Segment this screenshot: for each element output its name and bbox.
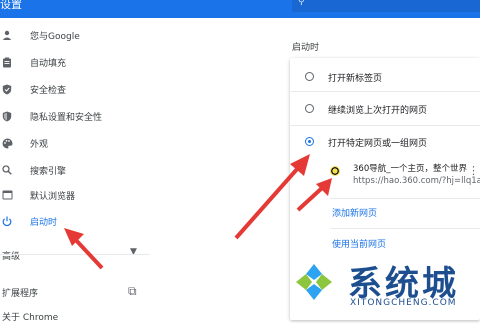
sidebar-item-on-startup[interactable]: 启动时 [0,210,150,232]
use-current-pages-link[interactable]: 使用当前网页 [332,237,386,250]
option-continue[interactable]: 继续浏览上次打开的网页 [290,100,480,120]
watermark-logo-icon [296,264,332,300]
add-new-page-link[interactable]: 添加新网页 [332,206,377,219]
startup-page-entry: 360导航_一个主页，整个世界 https://hao.360.com/?hj=… [330,160,480,190]
sidebar-item-autofill[interactable]: 自动填充 [0,51,150,73]
sidebar-item-label: 搜索引擎 [30,166,67,177]
open-in-new-icon: ⧉ [128,284,137,298]
advanced-toggle[interactable]: 高级 ▼ [0,245,150,265]
chevron-down-icon: ▼ [130,247,137,257]
extensions-label: 扩展程序 [2,289,39,299]
search-icon [0,163,14,177]
option-label: 打开新标签页 [328,74,383,84]
radio-button[interactable] [305,104,314,113]
sidebar-item-default-browser[interactable]: 默认浏览器 [0,184,150,206]
sidebar-item-label: 自动填充 [30,58,67,69]
browser-icon [0,188,14,202]
sidebar-item-search-engine[interactable]: 搜索引擎 [0,159,150,181]
shield-icon [0,109,14,123]
radio-button-selected[interactable] [305,137,314,146]
top-bar: 设置 ⚲ [0,0,480,18]
watermark-subtext: XITONGCHENG.COM [350,298,457,308]
sidebar-item-label: 启动时 [30,217,58,228]
radio-button[interactable] [305,72,314,81]
sidebar-divider [0,254,150,255]
page-entry-title: 360导航_一个主页，整个世界 [353,164,467,174]
option-specific-pages[interactable]: 打开特定网页或一组网页 [290,133,480,153]
page-title: 设置 [0,0,22,11]
sidebar-item-appearance[interactable]: 外观 [0,132,150,154]
advanced-label: 高级 [2,252,21,262]
option-label: 打开特定网页或一组网页 [328,139,428,149]
clipboard-icon [0,55,14,69]
sidebar-item-label: 隐私设置和安全性 [30,112,103,123]
divider [330,228,480,229]
search-input[interactable] [292,0,480,12]
sidebar: 您与Google 自动填充 安全检查 隐私设置和安全性 外观 搜索引擎 默认浏览… [0,18,150,323]
sidebar-item-safety-check[interactable]: 安全检查 [0,78,150,100]
divider [290,125,480,126]
palette-icon [0,136,14,150]
shield-check-icon [0,82,14,96]
sidebar-item-label: 默认浏览器 [30,191,76,202]
search-icon[interactable]: ⚲ [298,0,305,7]
power-icon [0,214,14,228]
sidebar-item-you-and-google[interactable]: 您与Google [0,24,150,46]
divider [330,198,480,199]
person-icon [0,28,14,42]
extensions-link[interactable]: 扩展程序 ⧉ [0,284,150,302]
option-label: 继续浏览上次打开的网页 [328,106,428,116]
watermark: 系统城 XITONGCHENG.COM [292,256,480,320]
divider [290,91,480,92]
about-chrome-link[interactable]: 关于 Chrome [2,310,58,323]
page-entry-url: https://hao.360.com/?hj=llq1a [353,176,480,186]
sidebar-item-label: 您与Google [30,31,80,42]
section-title: 启动时 [292,43,320,53]
sidebar-item-privacy[interactable]: 隐私设置和安全性 [0,105,150,127]
more-vert-icon[interactable]: ⋮ [468,164,479,177]
site-favicon-icon [330,166,340,176]
sidebar-item-label: 安全检查 [30,85,67,96]
sidebar-item-label: 外观 [30,139,49,150]
option-new-tab[interactable]: 打开新标签页 [290,68,480,88]
